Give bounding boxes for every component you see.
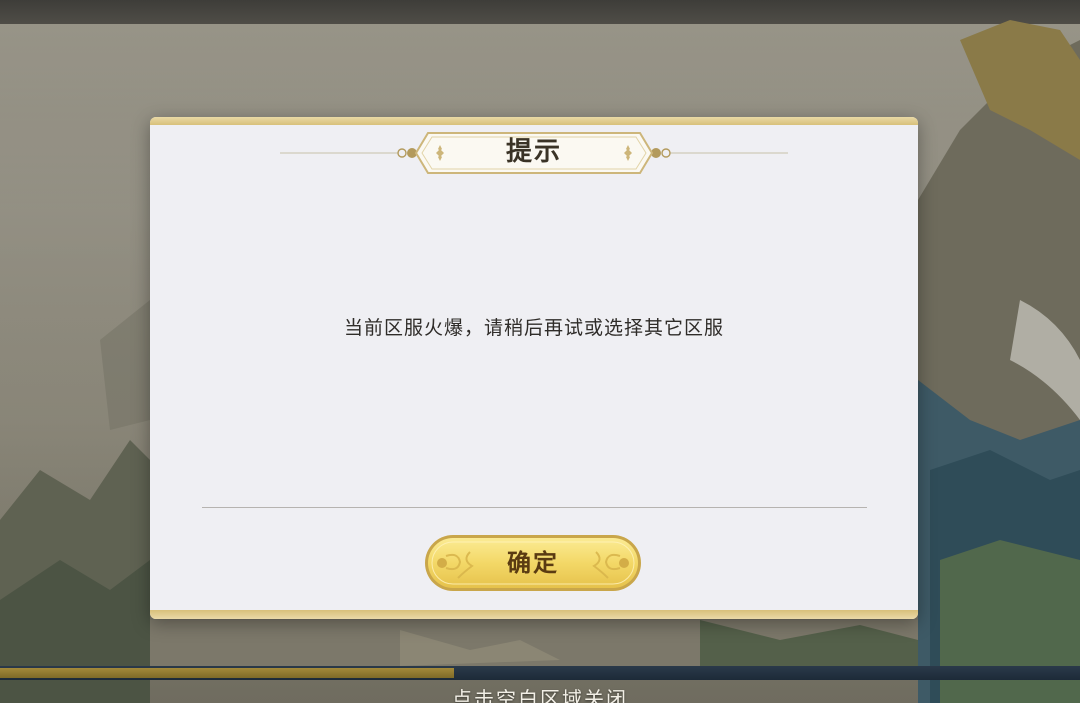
game-screen[interactable]: 点击空白区域关闭 提示 当前区服火爆，请稍后再试或选择其它区服 确定: [0, 0, 1080, 703]
confirm-button[interactable]: 确定: [424, 534, 642, 592]
dialog-message: 当前区服火爆，请稍后再试或选择其它区服: [343, 317, 724, 339]
confirm-button-label: 确定: [507, 548, 559, 577]
dialog-bottom-border: [150, 610, 918, 619]
dialog-top-border: [150, 117, 918, 125]
loading-progress-fill: [0, 668, 454, 678]
dialog-divider: [202, 507, 867, 508]
tap-blank-to-close-hint[interactable]: 点击空白区域关闭: [0, 686, 1080, 703]
dialog-title: 提示: [505, 137, 562, 167]
notice-dialog: 提示 当前区服火爆，请稍后再试或选择其它区服 确定: [150, 117, 918, 619]
